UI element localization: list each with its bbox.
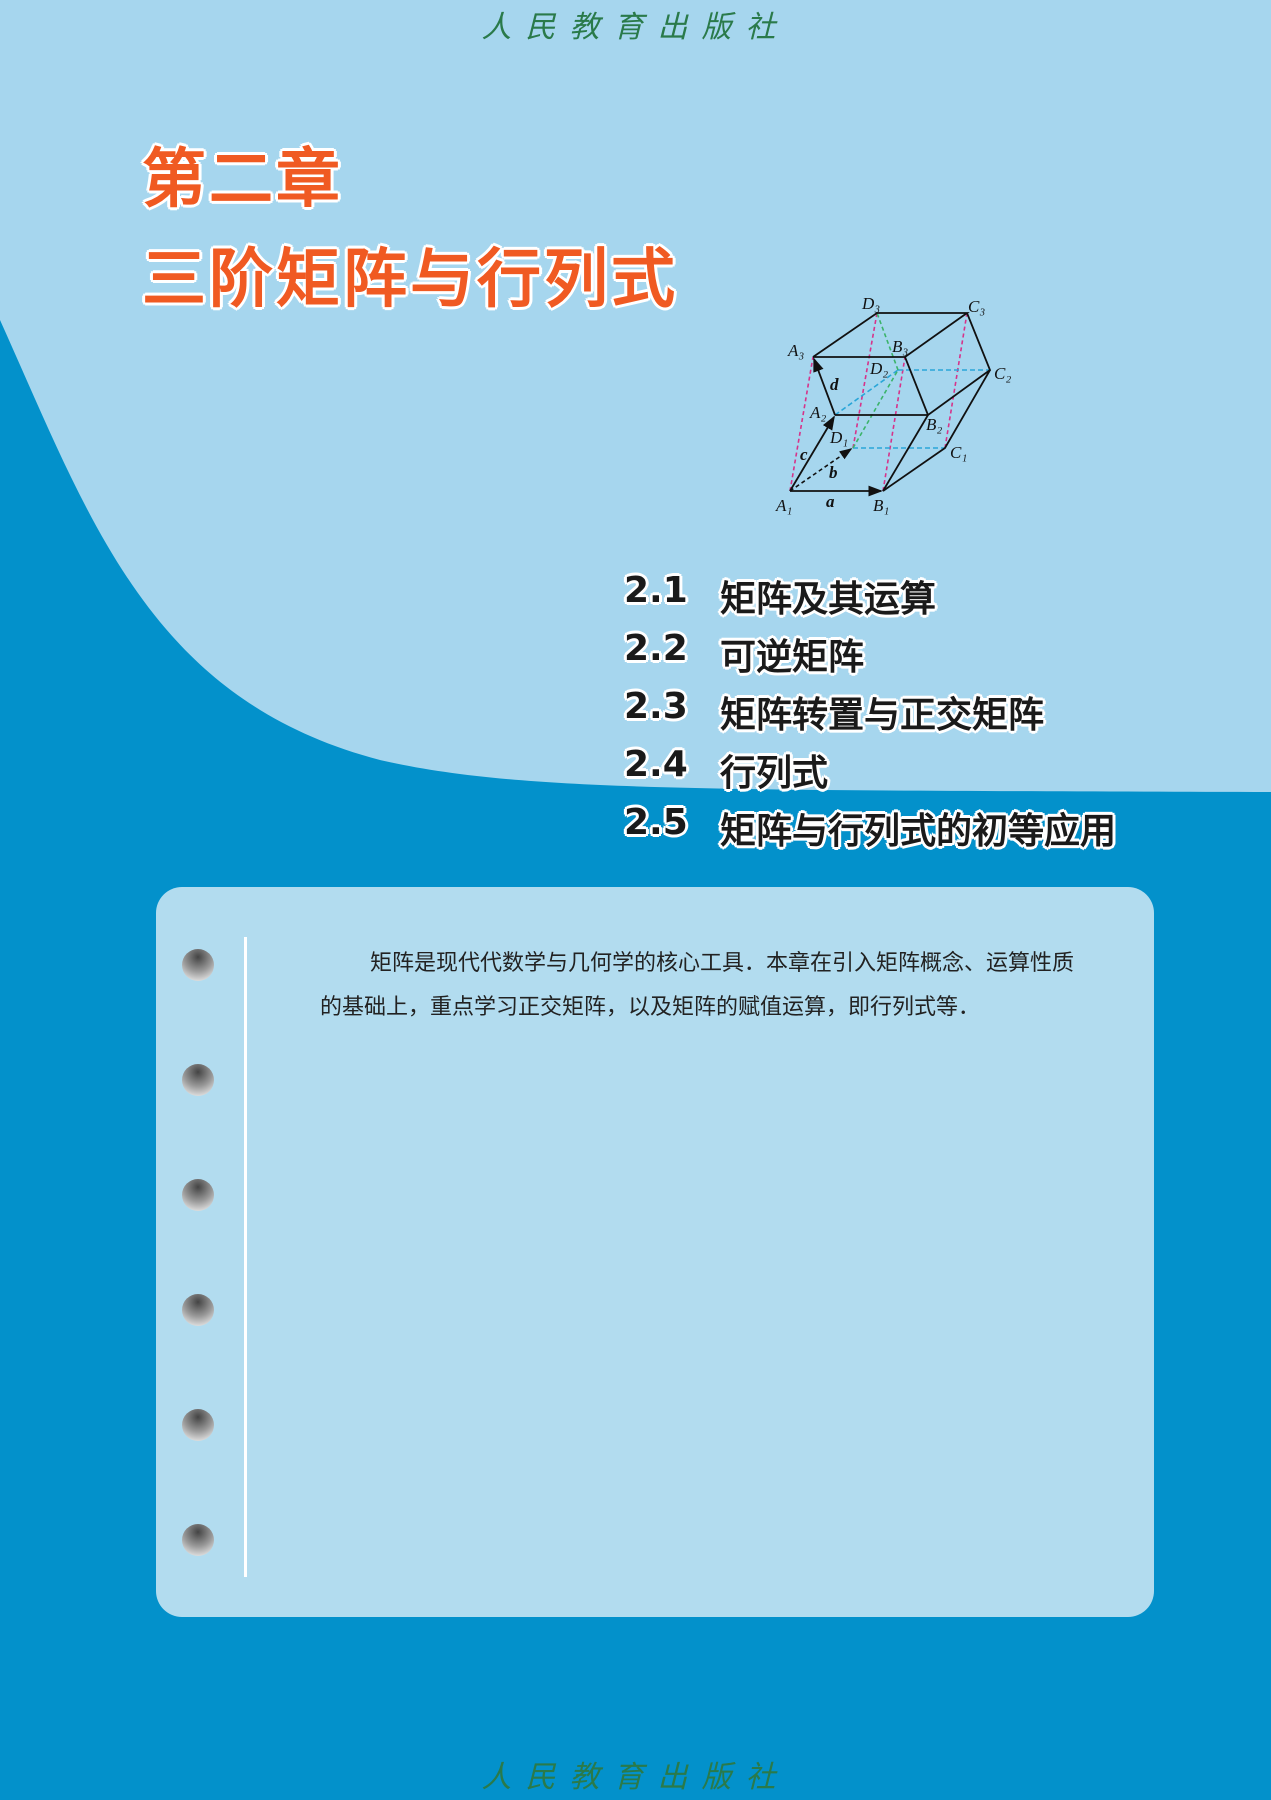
label-B3: B₃ xyxy=(892,337,908,356)
table-of-contents: 2.1 矩阵及其运算 2.2 可逆矩阵 2.3 矩阵转置与正交矩阵 2.4 行列式 2.… xyxy=(624,570,1116,860)
binder-ring-icon xyxy=(182,1524,214,1556)
label-D2: D₂ xyxy=(869,359,888,378)
intro-paragraph: 矩阵是现代代数学与几何学的核心工具．本章在引入矩阵概念、运算性质的基础上，重点学… xyxy=(320,951,1075,1020)
label-C2: C₂ xyxy=(994,364,1011,383)
vector-d-label: d xyxy=(830,375,839,394)
binder-ring-icon xyxy=(182,949,214,981)
publisher-logo-top: 人民教育出版社 xyxy=(481,10,790,45)
label-C1: C₁ xyxy=(950,443,967,462)
toc-item-2-1[interactable]: 2.1 矩阵及其运算 xyxy=(624,570,1116,628)
label-D1: D₁ xyxy=(829,428,848,447)
publisher-logo-bottom: 人民教育出版社 xyxy=(481,1760,790,1795)
chapter-number: 第二章 xyxy=(142,143,343,217)
parallelepiped-diagram: A₁ B₁ C₁ D₁ A₂ B₂ C₂ D₂ A₃ B₃ C₃ D₃ a b … xyxy=(775,294,1011,515)
binder-ring-icon xyxy=(182,1294,214,1326)
vector-c-label: c xyxy=(800,445,808,464)
label-B2: B₂ xyxy=(926,415,942,434)
label-B1: B₁ xyxy=(873,496,889,515)
toc-item-2-2[interactable]: 2.2 可逆矩阵 xyxy=(624,628,1116,686)
toc-item-2-5[interactable]: 2.5 矩阵与行列式的初等应用 xyxy=(624,802,1116,860)
toc-item-2-3[interactable]: 2.3 矩阵转置与正交矩阵 xyxy=(624,686,1116,744)
vector-a-label: a xyxy=(826,492,835,511)
margin-line xyxy=(244,937,247,1577)
toc-item-2-4[interactable]: 2.4 行列式 xyxy=(624,744,1116,802)
label-C3: C₃ xyxy=(968,297,985,316)
label-A3: A₃ xyxy=(787,341,804,360)
chapter-title: 三阶矩阵与行列式 xyxy=(142,243,678,317)
vector-b-label: b xyxy=(829,463,838,482)
binder-ring-icon xyxy=(182,1064,214,1096)
binder-ring-icon xyxy=(182,1409,214,1441)
binder-ring-icon xyxy=(182,1179,214,1211)
label-D3: D₃ xyxy=(861,294,880,313)
label-A1: A₁ xyxy=(775,496,792,515)
label-A2: A₂ xyxy=(809,403,826,422)
intro-notebook-card: 矩阵是现代代数学与几何学的核心工具．本章在引入矩阵概念、运算性质的基础上，重点学… xyxy=(156,887,1154,1617)
